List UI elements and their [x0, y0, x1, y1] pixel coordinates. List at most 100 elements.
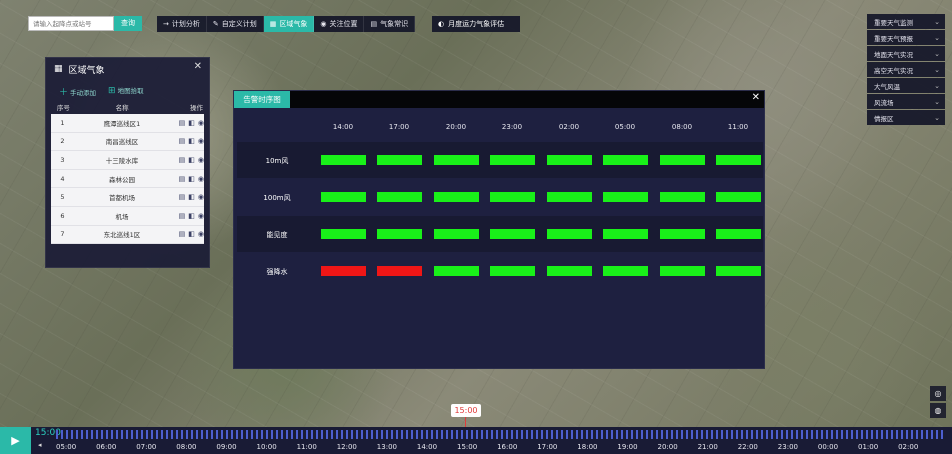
manual-add-button[interactable]: ＋手动添加	[59, 85, 96, 100]
table-row[interactable]: 4 森林公园 ▤ ◧ ◉	[51, 170, 204, 189]
layer-item[interactable]: 风流场 ⌄	[867, 94, 945, 109]
nav-item-0[interactable]: → 计划分析	[157, 16, 207, 32]
status-cell[interactable]	[490, 229, 535, 239]
timeline-hour[interactable]: 11:00	[297, 443, 317, 451]
table-row[interactable]: 7 东北巡线1区 ▤ ◧ ◉	[51, 226, 204, 245]
nav-item-1[interactable]: ✎ 自定义计划	[207, 16, 264, 32]
chart-icon[interactable]: ◧	[188, 175, 195, 183]
timeline-hour[interactable]: 09:00	[216, 443, 236, 451]
search-input[interactable]	[28, 16, 114, 31]
status-cell[interactable]	[603, 155, 648, 165]
timeline-hour[interactable]: 23:00	[778, 443, 798, 451]
eye-icon[interactable]: ◉	[198, 212, 204, 220]
eye-icon[interactable]: ◉	[198, 137, 204, 145]
status-cell[interactable]	[321, 229, 366, 239]
status-cell[interactable]	[490, 192, 535, 202]
timeline-hour[interactable]: 22:00	[738, 443, 758, 451]
document-icon[interactable]: ▤	[179, 230, 186, 238]
timeline-hour[interactable]: 06:00	[96, 443, 116, 451]
table-row[interactable]: 1 鹰潭巡线区1 ▤ ◧ ◉	[51, 114, 204, 133]
document-icon[interactable]: ▤	[179, 119, 186, 127]
chart-icon[interactable]: ◧	[188, 137, 195, 145]
eye-icon[interactable]: ◉	[198, 119, 204, 127]
chart-icon[interactable]: ◧	[188, 119, 195, 127]
timeline-track[interactable]	[56, 430, 946, 439]
timeline-hour[interactable]: 08:00	[176, 443, 196, 451]
nav-item-2[interactable]: ▦ 区域气象	[263, 16, 315, 32]
globe-tool-icon[interactable]: ◍	[930, 403, 946, 418]
timeline-hour[interactable]: 19:00	[617, 443, 637, 451]
eye-icon[interactable]: ◉	[198, 156, 204, 164]
document-icon[interactable]: ▤	[179, 193, 186, 201]
status-cell[interactable]	[321, 155, 366, 165]
status-cell[interactable]	[377, 229, 422, 239]
status-cell[interactable]	[716, 155, 761, 165]
status-cell[interactable]	[321, 192, 366, 202]
status-cell[interactable]	[660, 266, 705, 276]
document-icon[interactable]: ▤	[179, 156, 186, 164]
status-cell[interactable]	[434, 229, 479, 239]
status-cell[interactable]	[716, 266, 761, 276]
timeline-hour[interactable]: 15:00	[457, 443, 477, 451]
step-back-icon[interactable]: ◂	[38, 441, 42, 449]
timeline-hour[interactable]: 12:00	[337, 443, 357, 451]
eye-icon[interactable]: ◉	[198, 193, 204, 201]
eye-icon[interactable]: ◉	[198, 175, 204, 183]
close-icon[interactable]: ✕	[194, 61, 202, 72]
status-cell[interactable]	[490, 266, 535, 276]
status-cell[interactable]	[434, 192, 479, 202]
table-row[interactable]: 6 机场 ▤ ◧ ◉	[51, 207, 204, 226]
timeline-hour[interactable]: 17:00	[537, 443, 557, 451]
timeline-hour[interactable]: 21:00	[698, 443, 718, 451]
status-cell[interactable]	[547, 192, 592, 202]
timeline-hour[interactable]: 07:00	[136, 443, 156, 451]
status-cell[interactable]	[434, 266, 479, 276]
document-icon[interactable]: ▤	[179, 175, 186, 183]
layer-item[interactable]: 高空天气实况 ⌄	[867, 62, 945, 77]
timeline-hour[interactable]: 00:00	[818, 443, 838, 451]
status-cell[interactable]	[434, 155, 479, 165]
close-icon[interactable]: ✕	[752, 92, 760, 103]
status-cell[interactable]	[603, 266, 648, 276]
layer-item[interactable]: 重要天气预报 ⌄	[867, 30, 945, 45]
nav-item-3[interactable]: ◉ 关注位置	[314, 16, 365, 32]
eye-icon[interactable]: ◉	[198, 230, 204, 238]
table-row[interactable]: 5 首都机场 ▤ ◧ ◉	[51, 188, 204, 207]
timeline-hour[interactable]: 10:00	[257, 443, 277, 451]
timeline-hour[interactable]: 14:00	[417, 443, 437, 451]
timeline-hour[interactable]: 13:00	[377, 443, 397, 451]
timeline-hour[interactable]: 18:00	[577, 443, 597, 451]
status-cell[interactable]	[603, 229, 648, 239]
monthly-assessment-button[interactable]: ◐ 月度运力气象评估	[432, 16, 520, 32]
document-icon[interactable]: ▤	[179, 137, 186, 145]
layers-tool-icon[interactable]: ◎	[930, 386, 946, 401]
timeline-hour[interactable]: 16:00	[497, 443, 517, 451]
layer-item[interactable]: 情报区 ⌄	[867, 110, 945, 125]
status-cell[interactable]	[660, 192, 705, 202]
status-cell[interactable]	[490, 155, 535, 165]
timeline-hour[interactable]: 05:00	[56, 443, 76, 451]
chart-icon[interactable]: ◧	[188, 193, 195, 201]
play-button[interactable]: ▶	[0, 427, 31, 454]
table-row[interactable]: 3 十三陵水库 ▤ ◧ ◉	[51, 151, 204, 170]
status-cell[interactable]	[716, 229, 761, 239]
status-cell[interactable]	[660, 229, 705, 239]
nav-item-4[interactable]: ▤ 气象常识	[364, 16, 416, 32]
status-cell[interactable]	[377, 155, 422, 165]
layer-item[interactable]: 大气风温 ⌄	[867, 78, 945, 93]
document-icon[interactable]: ▤	[179, 212, 186, 220]
timeline-hour[interactable]: 02:00	[898, 443, 918, 451]
status-cell[interactable]	[377, 192, 422, 202]
timeline-hour[interactable]: 01:00	[858, 443, 878, 451]
search-button[interactable]: 查询	[114, 16, 142, 31]
status-cell[interactable]	[547, 155, 592, 165]
layer-item[interactable]: 重要天气监测 ⌄	[867, 14, 945, 29]
timeline-marker[interactable]: 15:00	[451, 404, 481, 417]
status-cell[interactable]	[377, 266, 422, 276]
table-row[interactable]: 2 南昌巡线区 ▤ ◧ ◉	[51, 133, 204, 152]
tab-alarm-timeline[interactable]: 告警时序图	[234, 91, 290, 108]
layer-item[interactable]: 地面天气实况 ⌄	[867, 46, 945, 61]
status-cell[interactable]	[321, 266, 366, 276]
status-cell[interactable]	[660, 155, 705, 165]
status-cell[interactable]	[547, 229, 592, 239]
